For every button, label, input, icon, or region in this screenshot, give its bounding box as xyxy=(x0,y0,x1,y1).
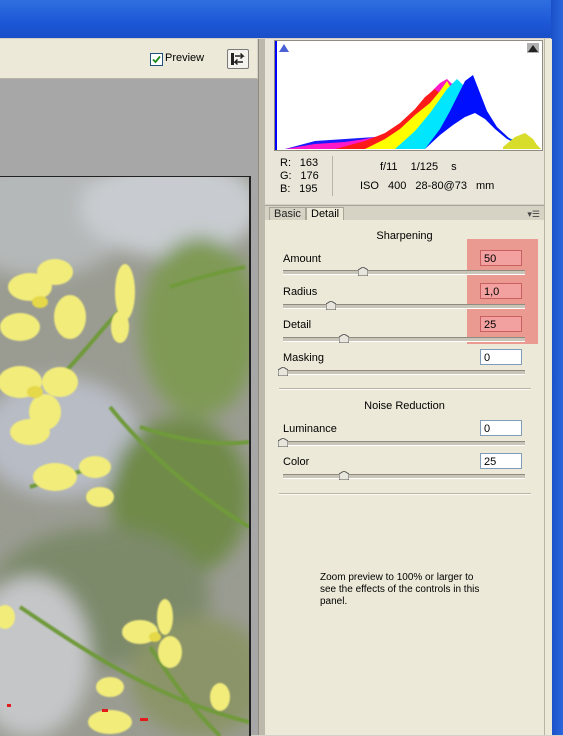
radius-slider[interactable] xyxy=(283,301,525,310)
masking-slider-thumb[interactable] xyxy=(278,367,288,376)
luminance-label: Luminance xyxy=(283,423,337,435)
flower-photo-image xyxy=(0,177,249,736)
preview-photo[interactable] xyxy=(0,176,251,736)
masking-label: Masking xyxy=(283,352,324,364)
r-value: 163 xyxy=(299,157,319,169)
zoom-hint-note: Zoom preview to 100% or larger to see th… xyxy=(320,572,480,607)
window-titlebar xyxy=(0,0,563,38)
panel-scrollbar[interactable] xyxy=(544,39,552,735)
panel-tabs: Basic Detail ▾☰ xyxy=(265,205,544,222)
amount-slider[interactable] xyxy=(283,267,525,276)
iso: ISO 400 xyxy=(360,180,407,192)
r-label: R: xyxy=(280,157,291,169)
sharpening-title: Sharpening xyxy=(376,230,433,242)
preview-checkbox[interactable] xyxy=(150,53,163,66)
b-label: B: xyxy=(280,183,291,195)
section-divider-2 xyxy=(279,493,531,495)
shutter: 1/125 s xyxy=(410,161,457,173)
g-value: 176 xyxy=(300,170,319,182)
lens: 28-80@73 mm xyxy=(415,180,495,192)
exif-line-2: ISO 400 28-80@73 mm xyxy=(360,180,494,192)
exif-line-1: f/11 1/125 s xyxy=(380,161,457,173)
histogram-panel: R: 163 G: 176 B: 195 f/11 1/125 s ISO 40… xyxy=(265,39,544,204)
highlight-clipping-warning-icon[interactable] xyxy=(526,43,540,53)
b-value: 195 xyxy=(299,183,318,195)
color-label: Color xyxy=(283,456,310,468)
shadow-clipping-warning-icon[interactable] xyxy=(277,43,291,53)
color-slider[interactable] xyxy=(283,471,525,480)
masking-slider[interactable] xyxy=(278,367,525,376)
checkmark-icon xyxy=(152,55,161,64)
panel-menu-icon[interactable]: ▾☰ xyxy=(527,209,540,220)
color-input[interactable]: 25 xyxy=(480,453,522,469)
toggle-view-button[interactable] xyxy=(227,49,249,69)
section-divider xyxy=(279,388,531,390)
detail-slider-thumb[interactable] xyxy=(338,334,349,343)
readout: R: 163 G: 176 B: 195 f/11 1/125 s ISO 40… xyxy=(265,152,544,202)
amount-label: Amount xyxy=(283,253,321,265)
detail-input[interactable]: 25 xyxy=(480,316,522,332)
noise-reduction-title: Noise Reduction xyxy=(364,400,445,412)
radius-label: Radius xyxy=(283,286,318,298)
luminance-input[interactable]: 0 xyxy=(480,420,522,436)
readout-separator xyxy=(332,156,333,196)
aperture: f/11 xyxy=(380,161,398,173)
masking-input[interactable]: 0 xyxy=(480,349,522,365)
luminance-slider-thumb[interactable] xyxy=(278,438,288,447)
amount-input[interactable]: 50 xyxy=(480,250,522,266)
rgb-readout: R: 163 G: 176 B: 195 xyxy=(280,157,319,196)
radius-input[interactable]: 1,0 xyxy=(480,283,522,299)
histogram xyxy=(274,40,543,151)
preview-label[interactable]: Preview xyxy=(165,52,204,64)
luminance-slider[interactable] xyxy=(278,438,525,447)
swap-arrows-icon xyxy=(231,52,245,66)
color-slider-thumb[interactable] xyxy=(338,471,349,480)
g-label: G: xyxy=(280,170,292,182)
histogram-graph xyxy=(275,41,542,150)
tab-basic[interactable]: Basic xyxy=(269,207,306,221)
detail-slider[interactable] xyxy=(283,334,525,343)
detail-panel: Sharpening Amount 50 Radius 1,0 Detail 2… xyxy=(265,220,544,735)
detail-label: Detail xyxy=(283,319,312,331)
amount-slider-thumb[interactable] xyxy=(357,267,368,276)
preview-toolbar: Preview xyxy=(0,39,257,79)
panel-splitter[interactable] xyxy=(258,39,265,735)
radius-slider-thumb[interactable] xyxy=(326,301,337,310)
window-frame-right xyxy=(551,0,563,735)
